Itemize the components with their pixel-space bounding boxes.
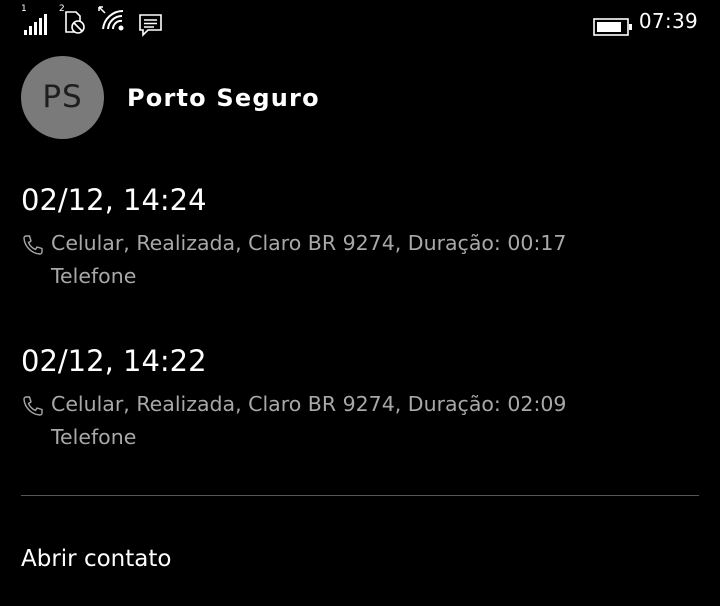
phone-icon	[23, 235, 43, 255]
call-log-entry[interactable]: 02/12, 14:24 Celular, Realizada, Claro B…	[21, 183, 701, 293]
signal-bars-icon	[24, 14, 47, 35]
call-source: Telefone	[51, 264, 137, 288]
contact-name: Porto Seguro	[127, 84, 320, 112]
clock: 07:39	[638, 9, 698, 33]
phone-icon	[23, 396, 43, 416]
call-datetime: 02/12, 14:24	[21, 183, 207, 217]
call-detail: Celular, Realizada, Claro BR 9274, Duraç…	[51, 231, 567, 255]
call-log-entry[interactable]: 02/12, 14:22 Celular, Realizada, Claro B…	[21, 344, 701, 454]
contact-header: PS Porto Seguro	[21, 56, 701, 140]
battery-icon	[593, 18, 632, 36]
open-contact-link[interactable]: Abrir contato	[21, 546, 171, 572]
call-datetime: 02/12, 14:22	[21, 344, 207, 378]
call-detail: Celular, Realizada, Claro BR 9274, Duraç…	[51, 392, 567, 416]
sim2-no-signal-icon	[65, 11, 85, 34]
message-icon	[139, 14, 162, 37]
wifi-icon	[98, 6, 124, 31]
status-bar: 1 2 07:39	[0, 0, 720, 40]
call-source: Telefone	[51, 425, 137, 449]
divider	[21, 495, 699, 496]
call-detail-block: Celular, Realizada, Claro BR 9274, Duraç…	[21, 227, 701, 293]
avatar[interactable]: PS	[21, 56, 104, 139]
call-detail-block: Celular, Realizada, Claro BR 9274, Duraç…	[21, 388, 701, 454]
